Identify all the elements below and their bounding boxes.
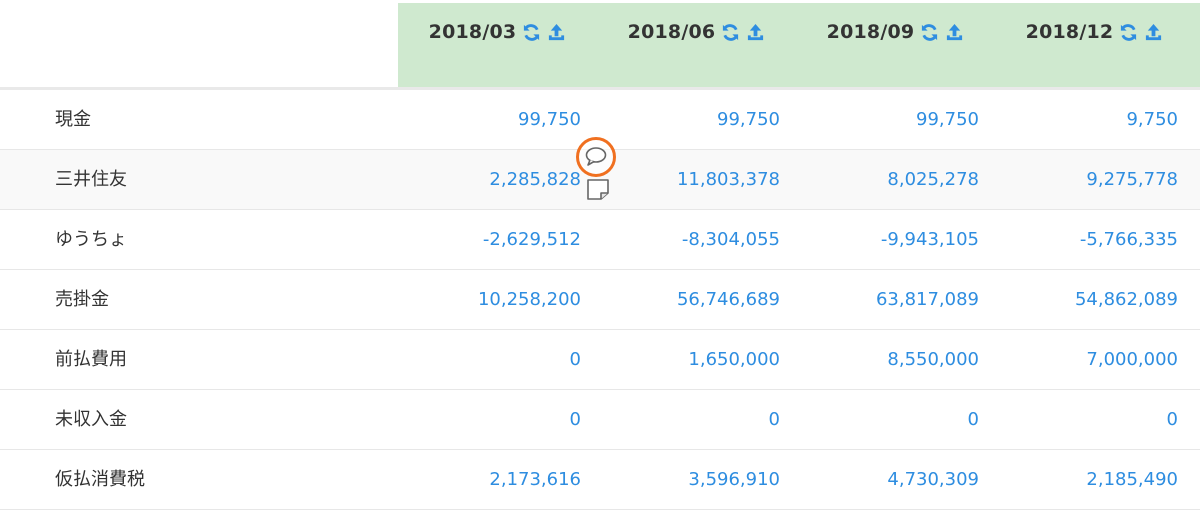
value-cell[interactable]: 0 — [391, 390, 581, 450]
row-label: ゆうちょ — [55, 229, 127, 250]
value-cell[interactable]: 0 — [391, 330, 581, 390]
upload-icon[interactable] — [1144, 23, 1163, 42]
column-header-2018-03: 2018/03 — [398, 3, 597, 61]
value-cell[interactable]: 0 — [590, 390, 780, 450]
table-row: ゆうちょ -2,629,512 -8,304,055 -9,943,105 -5… — [0, 210, 1200, 270]
column-header-2018-09: 2018/09 — [796, 3, 995, 61]
table-header: 2018/03 2018/06 2018/09 2018/12 — [0, 0, 1200, 90]
value-cell[interactable]: 7,000,000 — [988, 330, 1178, 390]
value-cell[interactable]: 0 — [988, 390, 1178, 450]
column-header-2018-12: 2018/12 — [995, 3, 1194, 61]
column-period: 2018/12 — [1025, 21, 1114, 43]
table-row: 未収入金 0 0 0 0 — [0, 390, 1200, 450]
value-cell[interactable]: 8,550,000 — [789, 330, 979, 390]
value-cell[interactable]: -2,629,512 — [391, 210, 581, 270]
memo-icon[interactable] — [586, 178, 610, 201]
value-cell[interactable]: 56,746,689 — [590, 270, 780, 330]
column-header-2018-06: 2018/06 — [597, 3, 796, 61]
row-label: 未収入金 — [55, 409, 127, 430]
value-cell[interactable]: -9,943,105 — [789, 210, 979, 270]
row-label: 現金 — [55, 109, 91, 130]
refresh-icon[interactable] — [522, 23, 541, 42]
column-period: 2018/03 — [428, 21, 517, 43]
value-cell[interactable]: 2,185,490 — [988, 450, 1178, 510]
upload-icon[interactable] — [746, 23, 765, 42]
value-cell[interactable]: 0 — [789, 390, 979, 450]
value-cell[interactable]: 11,803,378 — [590, 150, 780, 210]
value-cell[interactable]: -5,766,335 — [988, 210, 1178, 270]
comment-bubble-icon[interactable] — [576, 137, 616, 177]
value-cell[interactable]: 1,650,000 — [590, 330, 780, 390]
value-cell[interactable]: 10,258,200 — [391, 270, 581, 330]
table-row: 前払費用 0 1,650,000 8,550,000 7,000,000 — [0, 330, 1200, 390]
value-cell[interactable]: 8,025,278 — [789, 150, 979, 210]
value-cell[interactable]: 99,750 — [391, 90, 581, 150]
upload-icon[interactable] — [945, 23, 964, 42]
table-row: 仮払消費税 2,173,616 3,596,910 4,730,309 2,18… — [0, 450, 1200, 510]
value-cell[interactable]: 4,730,309 — [789, 450, 979, 510]
value-cell[interactable]: 99,750 — [789, 90, 979, 150]
column-period: 2018/09 — [826, 21, 915, 43]
value-cell[interactable]: 63,817,089 — [789, 270, 979, 330]
table-row: 売掛金 10,258,200 56,746,689 63,817,089 54,… — [0, 270, 1200, 330]
value-cell[interactable]: 2,173,616 — [391, 450, 581, 510]
row-label: 三井住友 — [55, 169, 127, 190]
value-cell[interactable]: 9,750 — [988, 90, 1178, 150]
upload-icon[interactable] — [547, 23, 566, 42]
row-label: 仮払消費税 — [55, 469, 145, 490]
value-cell[interactable]: 54,862,089 — [988, 270, 1178, 330]
value-cell[interactable]: -8,304,055 — [590, 210, 780, 270]
value-cell[interactable]: 99,750 — [590, 90, 780, 150]
row-label: 前払費用 — [55, 349, 127, 370]
value-cell[interactable]: 3,596,910 — [590, 450, 780, 510]
row-label: 売掛金 — [55, 289, 109, 310]
refresh-icon[interactable] — [721, 23, 740, 42]
value-cell[interactable]: 2,285,828 — [391, 150, 581, 210]
value-cell[interactable]: 9,275,778 — [988, 150, 1178, 210]
refresh-icon[interactable] — [1119, 23, 1138, 42]
column-period: 2018/06 — [627, 21, 716, 43]
refresh-icon[interactable] — [920, 23, 939, 42]
